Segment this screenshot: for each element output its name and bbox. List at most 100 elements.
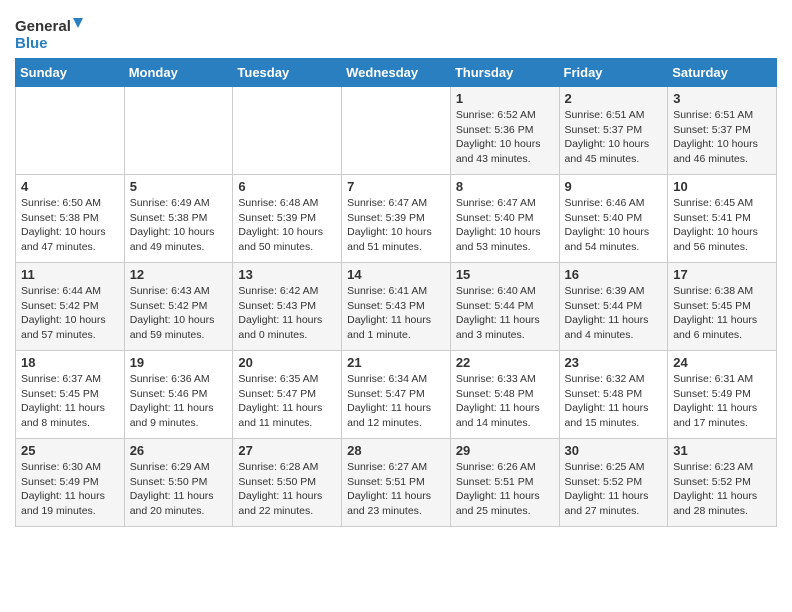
day-cell: 14Sunrise: 6:41 AM Sunset: 5:43 PM Dayli… [342, 263, 451, 351]
day-cell: 3 Sunrise: 6:51 AM Sunset: 5:37 PM Daylig… [668, 87, 777, 175]
day-number: 13 [238, 267, 336, 282]
day-cell: 29 Sunrise: 6:26 AM Sunset: 5:51 PM Dayli… [450, 439, 559, 527]
day-number: 16 [565, 267, 663, 282]
day-info: Sunrise: 6:49 AM Sunset: 5:38 PM Dayligh… [130, 196, 228, 255]
day-number: 30 [565, 443, 663, 458]
day-number: 8 [456, 179, 554, 194]
header-cell-sunday: Sunday [16, 59, 125, 87]
day-number: 11 [21, 267, 119, 282]
day-number: 19 [130, 355, 228, 370]
day-info: Sunrise: 6:32 AM Sunset: 5:48 PM Dayligh… [565, 372, 663, 431]
day-number: 5 [130, 179, 228, 194]
day-number: 15 [456, 267, 554, 282]
header-cell-friday: Friday [559, 59, 668, 87]
day-info: Sunrise: 6:42 AM Sunset: 5:43 PM Dayligh… [238, 284, 336, 343]
day-info: Sunrise: 6:48 AM Sunset: 5:39 PM Dayligh… [238, 196, 336, 255]
day-cell: 24 Sunrise: 6:31 AM Sunset: 5:49 PM Dayli… [668, 351, 777, 439]
day-number: 10 [673, 179, 771, 194]
day-info: Sunrise: 6:35 AM Sunset: 5:47 PM Dayligh… [238, 372, 336, 431]
day-number: 22 [456, 355, 554, 370]
day-cell: 4 Sunrise: 6:50 AM Sunset: 5:38 PM Daylig… [16, 175, 125, 263]
day-info: Sunrise: 6:40 AM Sunset: 5:44 PM Dayligh… [456, 284, 554, 343]
day-cell [16, 87, 125, 175]
day-cell: 10 Sunrise: 6:45 AM Sunset: 5:41 PM Dayli… [668, 175, 777, 263]
day-number: 9 [565, 179, 663, 194]
day-info: Sunrise: 6:30 AM Sunset: 5:49 PM Dayligh… [21, 460, 119, 519]
day-info: Sunrise: 6:34 AM Sunset: 5:47 PM Dayligh… [347, 372, 445, 431]
day-number: 27 [238, 443, 336, 458]
week-row-4: 18 Sunrise: 6:37 AM Sunset: 5:45 PM Dayli… [16, 351, 777, 439]
day-cell: 9 Sunrise: 6:46 AM Sunset: 5:40 PM Daylig… [559, 175, 668, 263]
svg-text:General: General [15, 18, 71, 35]
day-cell [233, 87, 342, 175]
day-cell: 16 Sunrise: 6:39 AM Sunset: 5:44 PM Dayli… [559, 263, 668, 351]
day-cell: 8 Sunrise: 6:47 AM Sunset: 5:40 PM Daylig… [450, 175, 559, 263]
day-info: Sunrise: 6:44 AM Sunset: 5:42 PM Dayligh… [21, 284, 119, 343]
day-cell: 25 Sunrise: 6:30 AM Sunset: 5:49 PM Dayli… [16, 439, 125, 527]
day-info: Sunrise: 6:52 AM Sunset: 5:36 PM Dayligh… [456, 108, 554, 167]
day-cell: 5 Sunrise: 6:49 AM Sunset: 5:38 PM Daylig… [124, 175, 233, 263]
day-info: Sunrise: 6:27 AM Sunset: 5:51 PM Dayligh… [347, 460, 445, 519]
day-number: 24 [673, 355, 771, 370]
day-number: 29 [456, 443, 554, 458]
day-cell: 2 Sunrise: 6:51 AM Sunset: 5:37 PM Daylig… [559, 87, 668, 175]
day-number: 20 [238, 355, 336, 370]
day-number: 18 [21, 355, 119, 370]
day-cell: 18 Sunrise: 6:37 AM Sunset: 5:45 PM Dayli… [16, 351, 125, 439]
week-row-5: 25 Sunrise: 6:30 AM Sunset: 5:49 PM Dayli… [16, 439, 777, 527]
day-number: 4 [21, 179, 119, 194]
week-row-1: 1Sunrise: 6:52 AM Sunset: 5:36 PM Daylig… [16, 87, 777, 175]
day-cell: 20 Sunrise: 6:35 AM Sunset: 5:47 PM Dayli… [233, 351, 342, 439]
day-info: Sunrise: 6:46 AM Sunset: 5:40 PM Dayligh… [565, 196, 663, 255]
day-number: 31 [673, 443, 771, 458]
day-info: Sunrise: 6:38 AM Sunset: 5:45 PM Dayligh… [673, 284, 771, 343]
week-row-2: 4 Sunrise: 6:50 AM Sunset: 5:38 PM Daylig… [16, 175, 777, 263]
day-number: 6 [238, 179, 336, 194]
day-number: 21 [347, 355, 445, 370]
day-number: 12 [130, 267, 228, 282]
day-info: Sunrise: 6:25 AM Sunset: 5:52 PM Dayligh… [565, 460, 663, 519]
page-header: General Blue [15, 10, 777, 52]
day-info: Sunrise: 6:33 AM Sunset: 5:48 PM Dayligh… [456, 372, 554, 431]
day-number: 17 [673, 267, 771, 282]
day-info: Sunrise: 6:39 AM Sunset: 5:44 PM Dayligh… [565, 284, 663, 343]
day-cell: 26Sunrise: 6:29 AM Sunset: 5:50 PM Dayli… [124, 439, 233, 527]
day-cell: 6 Sunrise: 6:48 AM Sunset: 5:39 PM Daylig… [233, 175, 342, 263]
header-cell-wednesday: Wednesday [342, 59, 451, 87]
week-row-3: 11 Sunrise: 6:44 AM Sunset: 5:42 PM Dayli… [16, 263, 777, 351]
day-number: 28 [347, 443, 445, 458]
day-number: 14 [347, 267, 445, 282]
day-cell: 31Sunrise: 6:23 AM Sunset: 5:52 PM Dayli… [668, 439, 777, 527]
header-cell-tuesday: Tuesday [233, 59, 342, 87]
day-info: Sunrise: 6:47 AM Sunset: 5:40 PM Dayligh… [456, 196, 554, 255]
day-cell: 30 Sunrise: 6:25 AM Sunset: 5:52 PM Dayli… [559, 439, 668, 527]
day-number: 23 [565, 355, 663, 370]
day-cell: 17 Sunrise: 6:38 AM Sunset: 5:45 PM Dayli… [668, 263, 777, 351]
day-cell: 27Sunrise: 6:28 AM Sunset: 5:50 PM Dayli… [233, 439, 342, 527]
day-cell: 15 Sunrise: 6:40 AM Sunset: 5:44 PM Dayli… [450, 263, 559, 351]
header-cell-monday: Monday [124, 59, 233, 87]
day-info: Sunrise: 6:31 AM Sunset: 5:49 PM Dayligh… [673, 372, 771, 431]
logo-svg: General Blue [15, 14, 85, 52]
day-info: Sunrise: 6:51 AM Sunset: 5:37 PM Dayligh… [673, 108, 771, 167]
logo: General Blue [15, 14, 85, 52]
day-info: Sunrise: 6:26 AM Sunset: 5:51 PM Dayligh… [456, 460, 554, 519]
day-info: Sunrise: 6:37 AM Sunset: 5:45 PM Dayligh… [21, 372, 119, 431]
day-cell: 13 Sunrise: 6:42 AM Sunset: 5:43 PM Dayli… [233, 263, 342, 351]
day-number: 26 [130, 443, 228, 458]
calendar-table: SundayMondayTuesdayWednesdayThursdayFrid… [15, 58, 777, 527]
day-cell: 23 Sunrise: 6:32 AM Sunset: 5:48 PM Dayli… [559, 351, 668, 439]
day-cell: 1Sunrise: 6:52 AM Sunset: 5:36 PM Daylig… [450, 87, 559, 175]
day-cell: 19 Sunrise: 6:36 AM Sunset: 5:46 PM Dayli… [124, 351, 233, 439]
day-cell [342, 87, 451, 175]
day-number: 3 [673, 91, 771, 106]
day-info: Sunrise: 6:50 AM Sunset: 5:38 PM Dayligh… [21, 196, 119, 255]
day-cell [124, 87, 233, 175]
day-info: Sunrise: 6:47 AM Sunset: 5:39 PM Dayligh… [347, 196, 445, 255]
day-number: 25 [21, 443, 119, 458]
day-info: Sunrise: 6:51 AM Sunset: 5:37 PM Dayligh… [565, 108, 663, 167]
day-number: 2 [565, 91, 663, 106]
day-info: Sunrise: 6:36 AM Sunset: 5:46 PM Dayligh… [130, 372, 228, 431]
day-cell: 21 Sunrise: 6:34 AM Sunset: 5:47 PM Dayli… [342, 351, 451, 439]
day-info: Sunrise: 6:45 AM Sunset: 5:41 PM Dayligh… [673, 196, 771, 255]
